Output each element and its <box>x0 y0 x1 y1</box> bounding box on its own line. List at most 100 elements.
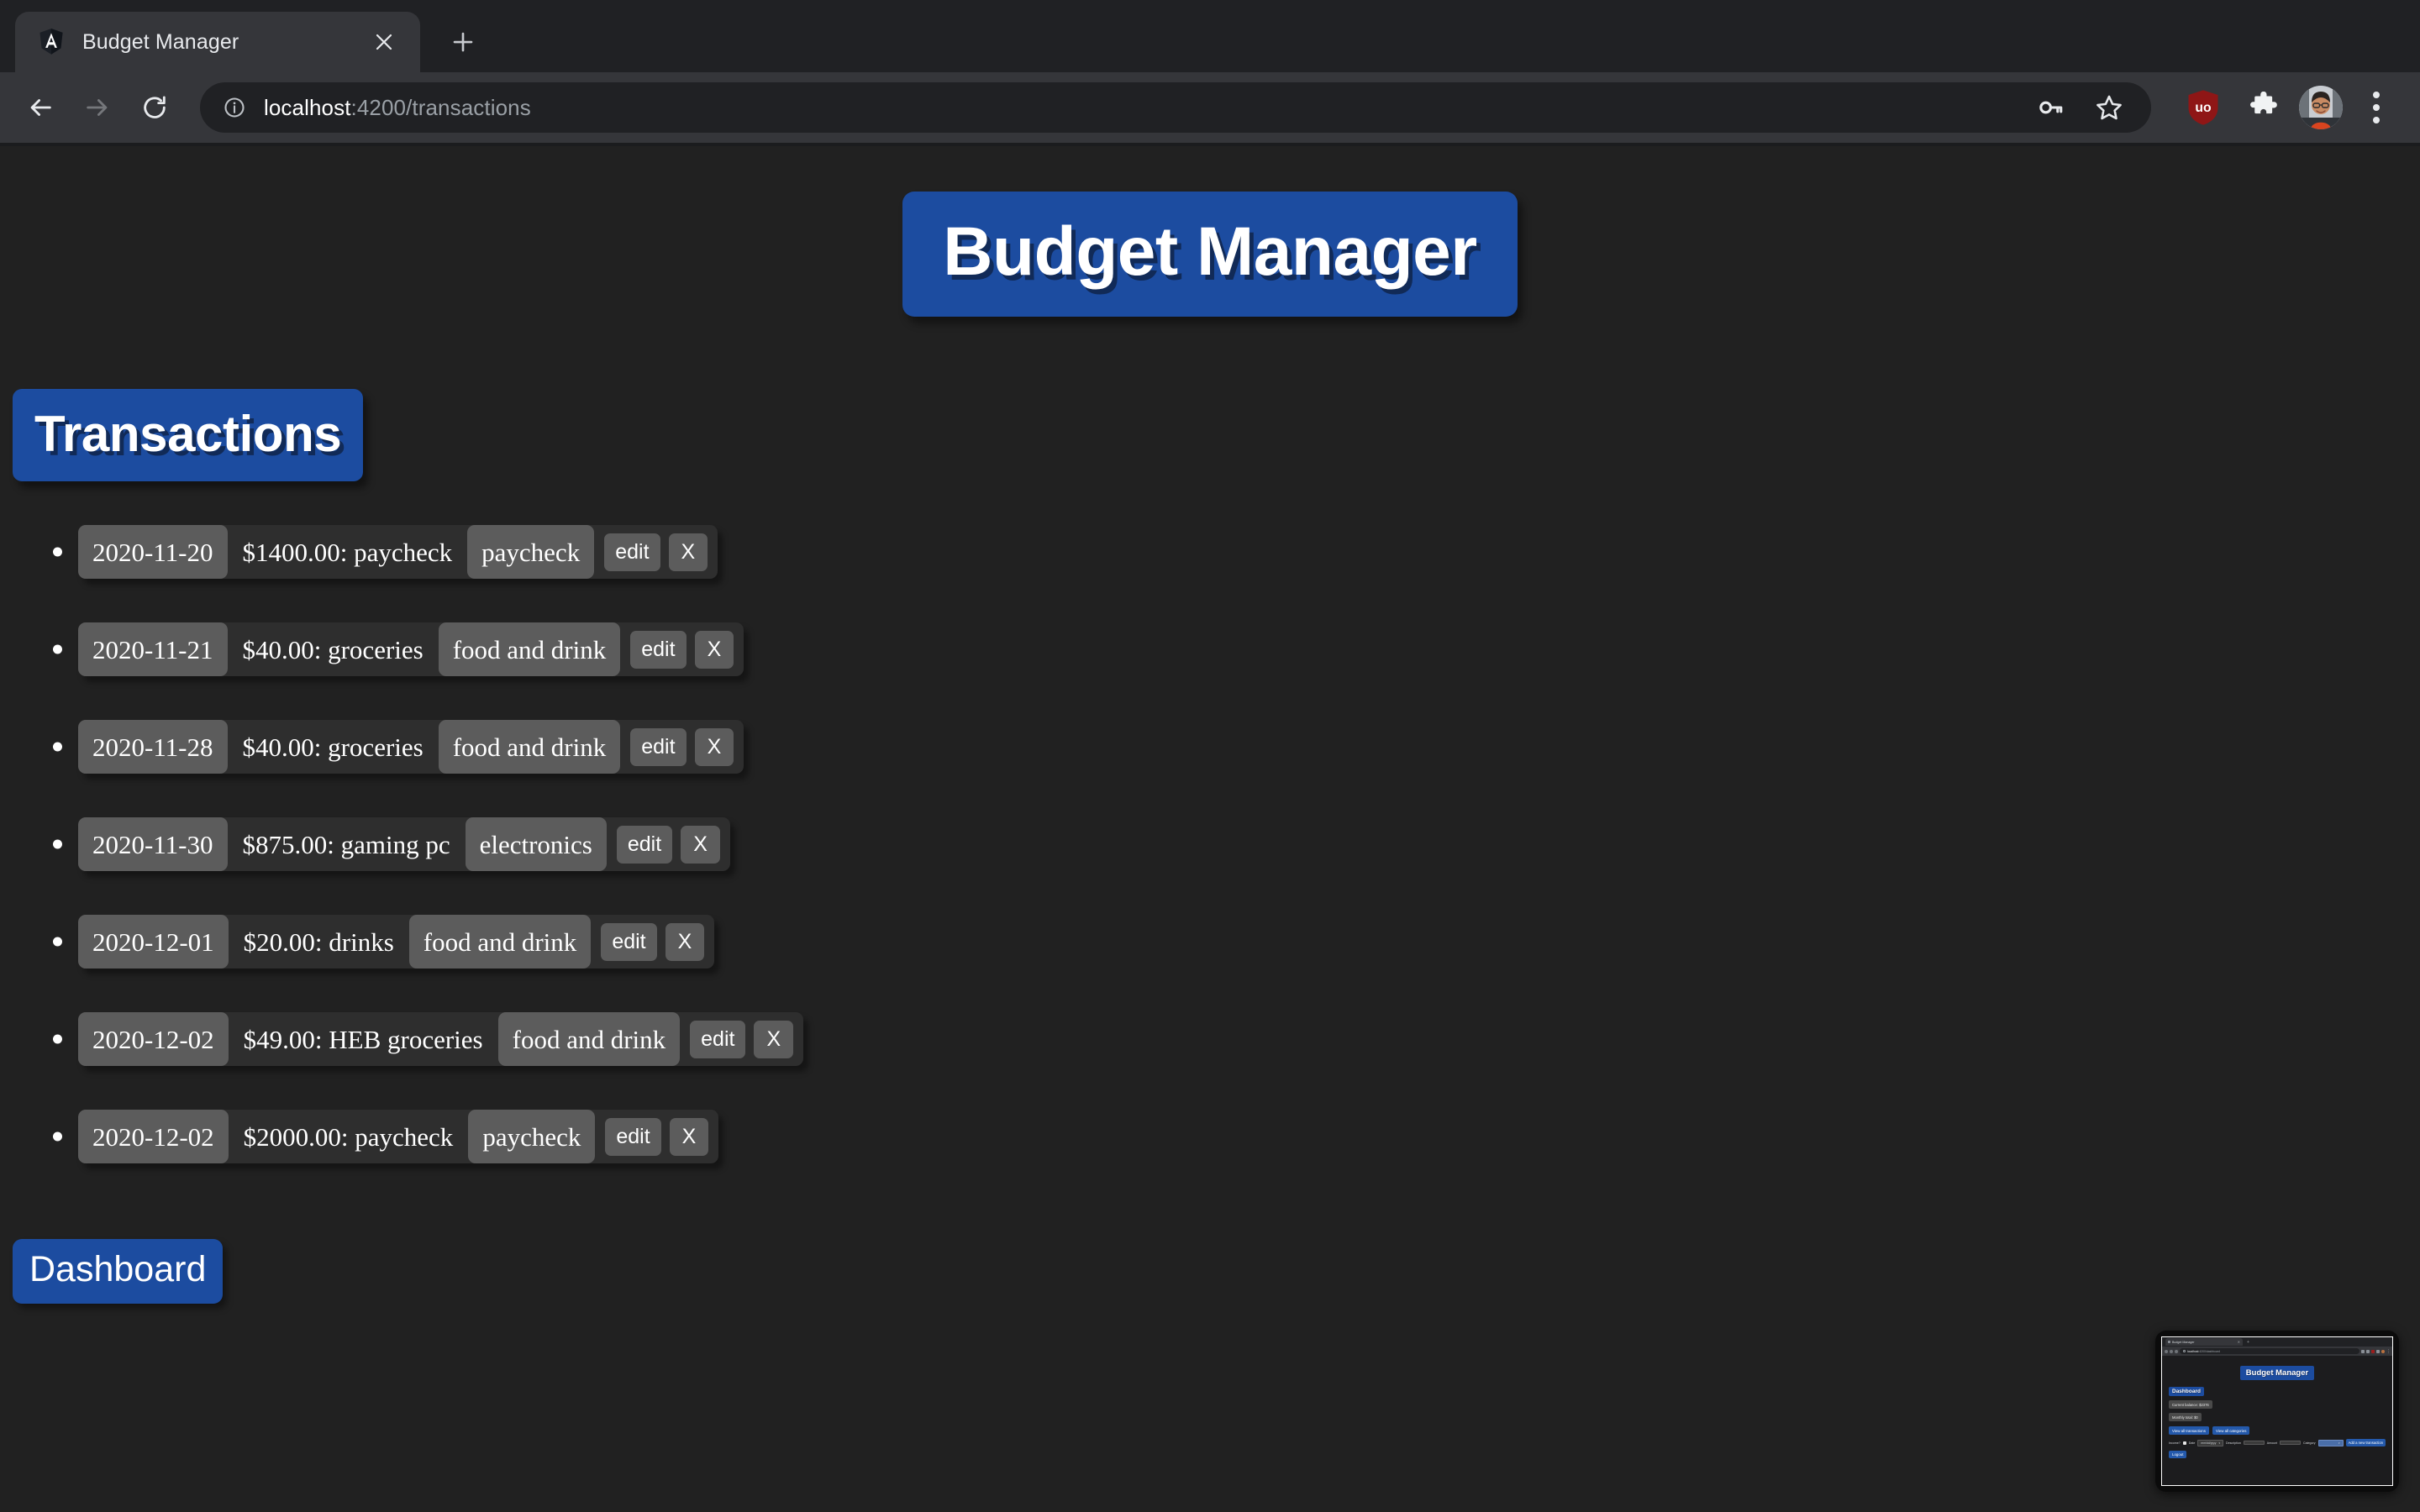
edit-transaction-button[interactable]: edit <box>605 1117 661 1156</box>
thumbnail-close-icon: ✕ <box>2237 1340 2240 1344</box>
tab-strip: Budget Manager <box>0 0 2420 72</box>
back-button[interactable] <box>13 81 67 134</box>
transaction-description: $2000.00: paycheck <box>243 1121 454 1152</box>
thumbnail-tab: Budget Manager ✕ <box>2165 1338 2243 1346</box>
transaction-description: $875.00: gaming pc <box>242 829 450 859</box>
thumbnail-address-bar: localhost:4200/dashboard <box>2180 1348 2360 1354</box>
delete-transaction-button[interactable]: X <box>668 533 708 571</box>
list-item: 2020-11-21 $40.00: groceries food and drin… <box>0 622 2420 676</box>
thumbnail-tab-strip: Budget Manager ✕ + <box>2162 1337 2392 1347</box>
transaction-row: 2020-11-30 $875.00: gaming pc electronics e… <box>78 817 730 871</box>
thumbnail-amount-label: Amount <box>2266 1441 2278 1445</box>
list-item: 2020-12-01 $20.00: drinks food and drink ed… <box>0 915 2420 969</box>
thumbnail-back-icon <box>2165 1349 2168 1353</box>
page-thumbnail-preview[interactable]: Budget Manager ✕ + localhost:4200/dashbo… <box>2155 1331 2399 1492</box>
app-title-container: Budget Manager <box>0 146 2420 317</box>
edit-transaction-button[interactable]: edit <box>616 825 673 864</box>
thumbnail-transaction-form: Income? Date mm/dd/yyyy ▾ Description Amo… <box>2169 1439 2386 1446</box>
transaction-actions: edit X <box>607 817 730 871</box>
edit-transaction-button[interactable]: edit <box>604 533 660 571</box>
transaction-row: 2020-11-28 $40.00: groceries food and drin… <box>78 720 744 774</box>
list-item: 2020-11-30 $875.00: gaming pc electronics e… <box>0 817 2420 871</box>
thumbnail-amount-input <box>2280 1441 2301 1445</box>
transaction-row: 2020-12-01 $20.00: drinks food and drink ed… <box>78 915 715 969</box>
dashboard-button[interactable]: Dashboard <box>13 1239 224 1305</box>
transaction-date: 2020-12-02 <box>78 1012 229 1066</box>
delete-transaction-button[interactable]: X <box>754 1020 794 1058</box>
transaction-row: 2020-11-21 $40.00: groceries food and drin… <box>78 622 744 676</box>
chevron-down-icon: ▾ <box>2338 1441 2340 1445</box>
thumbnail-date-label: Date <box>2188 1441 2196 1445</box>
thumbnail-puzzle-icon <box>2376 1349 2380 1353</box>
transaction-description: $40.00: groceries <box>242 732 424 762</box>
transaction-category: paycheck <box>467 525 595 579</box>
transaction-date: 2020-11-21 <box>78 622 228 676</box>
bookmark-star-icon[interactable] <box>2084 82 2134 133</box>
thumbnail-ublock-icon <box>2371 1349 2375 1353</box>
address-bar[interactable]: localhost:4200/transactions <box>200 82 2151 133</box>
thumbnail-site-info-icon <box>2183 1350 2186 1352</box>
thumbnail-monthly-chip: Monthly total: $0 <box>2169 1413 2202 1421</box>
transaction-actions: edit X <box>591 915 714 969</box>
ublock-origin-shield-icon[interactable]: uo <box>2178 82 2228 133</box>
thumbnail-logout-button: Logout <box>2169 1451 2187 1458</box>
edit-transaction-button[interactable]: edit <box>690 1020 746 1058</box>
delete-transaction-button[interactable]: X <box>681 825 720 864</box>
thumbnail-forward-icon <box>2170 1349 2173 1353</box>
thumbnail-new-tab-icon: + <box>2247 1339 2249 1345</box>
delete-transaction-button[interactable]: X <box>694 630 734 669</box>
thumbnail-url-host: localhost <box>2187 1349 2199 1353</box>
new-tab-button[interactable] <box>439 18 487 66</box>
transaction-row: 2020-11-20 $1400.00: paycheck paycheck edit… <box>78 525 718 579</box>
transactions-list: 2020-11-20 $1400.00: paycheck paycheck edit… <box>0 525 2420 1163</box>
section-title-transactions: Transactions <box>13 389 364 481</box>
list-item: 2020-11-28 $40.00: groceries food and drin… <box>0 720 2420 774</box>
thumbnail-url-path: :4200/dashboard <box>2198 1349 2220 1353</box>
page-title: Budget Manager <box>902 192 1518 317</box>
transaction-actions: edit X <box>620 622 744 676</box>
browser-tab[interactable]: Budget Manager <box>15 12 420 72</box>
transaction-date: 2020-11-28 <box>78 720 228 774</box>
list-item: 2020-11-20 $1400.00: paycheck paycheck edit… <box>0 525 2420 579</box>
thumbnail-date-value: mm/dd/yyyy <box>2201 1441 2217 1445</box>
reload-button[interactable] <box>128 81 182 134</box>
edit-transaction-button[interactable]: edit <box>630 630 687 669</box>
chevron-down-icon: ▾ <box>2218 1441 2220 1445</box>
angular-shield-icon <box>37 28 66 56</box>
extensions-puzzle-icon[interactable] <box>2238 82 2289 133</box>
thumbnail-tab-title: Budget Manager <box>2172 1340 2195 1344</box>
thumbnail-avatar-icon <box>2381 1349 2385 1353</box>
transaction-category: food and drink <box>438 622 621 676</box>
transaction-category: food and drink <box>438 720 621 774</box>
list-item: 2020-12-02 $49.00: HEB groceries food and … <box>0 1012 2420 1066</box>
transaction-description: $49.00: HEB groceries <box>243 1024 483 1054</box>
transaction-category: electronics <box>465 817 607 871</box>
transaction-date: 2020-11-30 <box>78 817 228 871</box>
svg-text:uo: uo <box>2195 101 2211 115</box>
thumbnail-income-label: Income? <box>2169 1441 2181 1445</box>
thumbnail-nav-buttons: View all transactions View all categorie… <box>2169 1426 2386 1435</box>
thumbnail-reload-icon <box>2175 1349 2178 1353</box>
profile-avatar-icon[interactable] <box>2299 86 2343 129</box>
site-info-icon[interactable] <box>220 93 249 122</box>
three-dot-menu-icon[interactable] <box>2353 82 2400 133</box>
thumbnail-favicon-icon <box>2168 1341 2170 1343</box>
thumbnail-description-label: Description <box>2226 1441 2241 1445</box>
forward-button[interactable] <box>71 81 124 134</box>
transaction-date: 2020-12-02 <box>78 1110 229 1163</box>
password-key-icon[interactable] <box>2025 82 2075 133</box>
edit-transaction-button[interactable]: edit <box>630 727 687 766</box>
edit-transaction-button[interactable]: edit <box>601 922 657 961</box>
delete-transaction-button[interactable]: X <box>665 922 705 961</box>
transaction-row: 2020-12-02 $2000.00: paycheck paycheck edit… <box>78 1110 719 1163</box>
menu-dot <box>2373 117 2380 123</box>
close-icon[interactable] <box>366 24 402 60</box>
thumbnail-date-input: mm/dd/yyyy ▾ <box>2197 1439 2223 1446</box>
delete-transaction-button[interactable]: X <box>669 1117 709 1156</box>
transaction-category: food and drink <box>408 915 592 969</box>
delete-transaction-button[interactable]: X <box>694 727 734 766</box>
menu-dot <box>2373 92 2380 98</box>
page-content: Budget Manager Transactions 2020-11-20 $1… <box>0 146 2420 1512</box>
thumbnail-dashboard-heading: Dashboard <box>2169 1387 2204 1396</box>
list-item: 2020-12-02 $2000.00: paycheck paycheck edit… <box>0 1110 2420 1163</box>
